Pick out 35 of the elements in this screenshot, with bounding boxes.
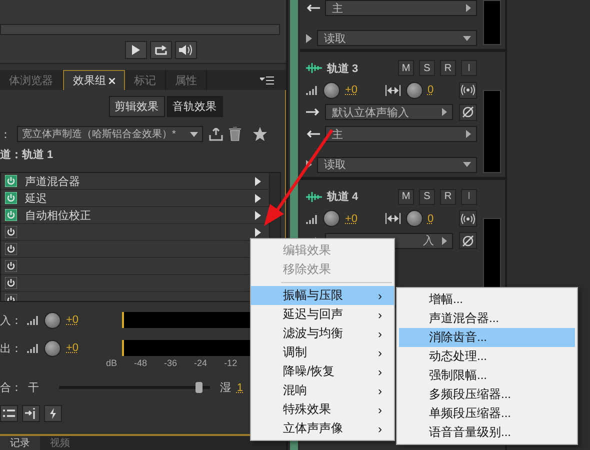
menu-item-label: 滤波与均衡 [283,325,343,342]
submenu-arrow: › [378,364,382,378]
tab-label: 属性 [175,74,197,88]
dry-label: 干 [28,381,39,395]
submenu-arrow: › [378,346,382,360]
effect-name: 延迟 [25,192,48,206]
wet-label: 湿 [220,381,231,395]
gain-label: 入： [0,314,22,328]
tab-label: 效果组 [73,74,106,88]
submenu-arrow: › [378,326,382,340]
menu-item-label: 延迟与回声 [283,306,343,323]
scale-label: -24 [194,358,208,368]
effect-name: 声道混合器 [25,174,81,188]
menu-item-label: 混响 [283,382,307,399]
submenu-arrow: › [378,384,382,398]
gain-label: 出： [0,342,22,356]
menu-item-label: 降噪/恢复 [283,363,334,380]
submenu-arrow: › [378,288,382,302]
submenu-arrow: › [378,422,382,436]
track-label: 道：轨道 1 [0,148,54,162]
menu-item-label: 特殊效果 [283,401,331,418]
tab-label: 体浏览器 [9,74,53,88]
scale-label: dB [106,358,118,368]
menu-item-label: 调制 [283,344,307,361]
submenu-arrow: › [378,308,382,322]
mix-label: 合： [0,381,22,395]
tab-label: 标记 [134,74,156,88]
scale-label: -36 [164,358,178,368]
menu-item-label: 振幅与压限 [283,287,343,304]
preset-label: ： [0,128,11,142]
scale-label: -48 [134,358,148,368]
scale-label: -12 [224,358,238,368]
effect-name: 自动相位校正 [25,208,92,222]
submenu-arrow: › [378,402,382,416]
menu-item-label: 立体声声像 [283,420,343,437]
